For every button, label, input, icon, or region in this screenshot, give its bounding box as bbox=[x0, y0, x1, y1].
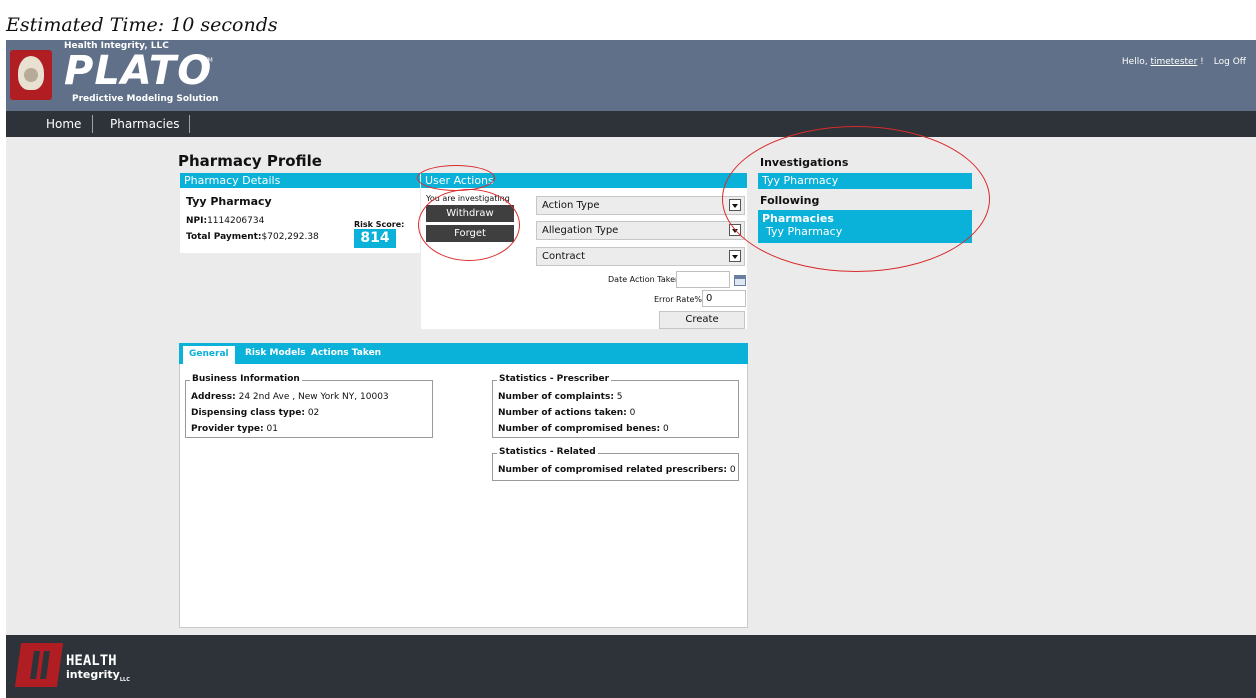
pharmacy-details-header: Pharmacy Details bbox=[180, 173, 420, 188]
page-title: Pharmacy Profile bbox=[178, 152, 322, 170]
pharmacy-name: Tyy Pharmacy bbox=[186, 195, 272, 208]
plato-bust-logo-icon bbox=[10, 50, 52, 100]
pharmacy-total-payment: Total Payment:$702,292.38 bbox=[186, 232, 319, 242]
allegation-type-select[interactable]: Allegation Type bbox=[536, 221, 745, 240]
tab-risk-models[interactable]: Risk Models bbox=[245, 348, 306, 358]
statistics-related-fieldset: Statistics - Related Number of compromis… bbox=[492, 447, 739, 481]
logo-product-name: PLATO bbox=[64, 48, 213, 94]
date-action-input[interactable] bbox=[676, 271, 730, 288]
error-rate-label: Error Rate%: bbox=[654, 295, 705, 304]
business-information-legend: Business Information bbox=[190, 374, 302, 384]
footer-brand-line1: HEALTH bbox=[66, 653, 117, 669]
create-button[interactable]: Create bbox=[659, 311, 745, 329]
business-address: Address: 24 2nd Ave , New York NY, 10003 bbox=[191, 392, 389, 402]
pharmacy-npi: NPI:1114206734 bbox=[186, 216, 265, 226]
number-of-compromised-related-prescribers: Number of compromised related prescriber… bbox=[498, 465, 736, 475]
logo-trademark: TM bbox=[204, 57, 213, 64]
user-greeting: Hello, timetester ! Log Off bbox=[1121, 57, 1246, 67]
provider-type: Provider type: 01 bbox=[191, 424, 278, 434]
statistics-prescriber-legend: Statistics - Prescriber bbox=[497, 374, 612, 384]
statistics-related-legend: Statistics - Related bbox=[497, 447, 598, 457]
nav-home[interactable]: Home bbox=[46, 117, 81, 131]
app-footer: HEALTH integrityLLC bbox=[6, 635, 1256, 698]
nav-separator bbox=[189, 115, 190, 133]
dispensing-class-type: Dispensing class type: 02 bbox=[191, 408, 320, 418]
health-integrity-logo-icon bbox=[14, 643, 64, 687]
statistics-prescriber-fieldset: Statistics - Prescriber Number of compla… bbox=[492, 374, 739, 438]
risk-score-badge: 814 bbox=[354, 229, 396, 248]
number-of-actions-taken: Number of actions taken: 0 bbox=[498, 408, 636, 418]
logo-tagline: Predictive Modeling Solution bbox=[72, 94, 219, 104]
top-nav: Home Pharmacies bbox=[6, 111, 1256, 137]
profile-tabs: General Risk Models Actions Taken bbox=[179, 343, 748, 364]
footer-brand-line2: integrityLLC bbox=[66, 668, 130, 684]
annotation-circle-sidebar bbox=[722, 126, 990, 272]
number-of-compromised-benes: Number of compromised benes: 0 bbox=[498, 424, 669, 434]
nav-separator bbox=[92, 115, 93, 133]
app-header: Health Integrity, LLC PLATO TM Predictiv… bbox=[6, 40, 1256, 111]
annotation-circle-user-actions bbox=[417, 165, 495, 191]
estimated-time-caption: Estimated Time: 10 seconds bbox=[6, 14, 278, 36]
risk-score-label: Risk Score: bbox=[354, 220, 405, 229]
nav-pharmacies[interactable]: Pharmacies bbox=[110, 117, 180, 131]
error-rate-input[interactable]: 0 bbox=[702, 290, 746, 307]
annotation-circle-buttons bbox=[418, 189, 520, 261]
logoff-link[interactable]: Log Off bbox=[1214, 57, 1246, 67]
username-link[interactable]: timetester bbox=[1150, 57, 1197, 67]
business-information-fieldset: Business Information Address: 24 2nd Ave… bbox=[185, 374, 433, 438]
number-of-complaints: Number of complaints: 5 bbox=[498, 392, 623, 402]
date-action-label: Date Action Taken: bbox=[608, 275, 683, 284]
action-type-select[interactable]: Action Type bbox=[536, 196, 745, 215]
calendar-icon[interactable] bbox=[734, 275, 746, 286]
tab-actions-taken[interactable]: Actions Taken bbox=[311, 348, 381, 358]
dropdown-arrow-icon[interactable] bbox=[729, 250, 741, 262]
contract-select[interactable]: Contract bbox=[536, 247, 745, 266]
tab-general[interactable]: General bbox=[183, 346, 235, 364]
